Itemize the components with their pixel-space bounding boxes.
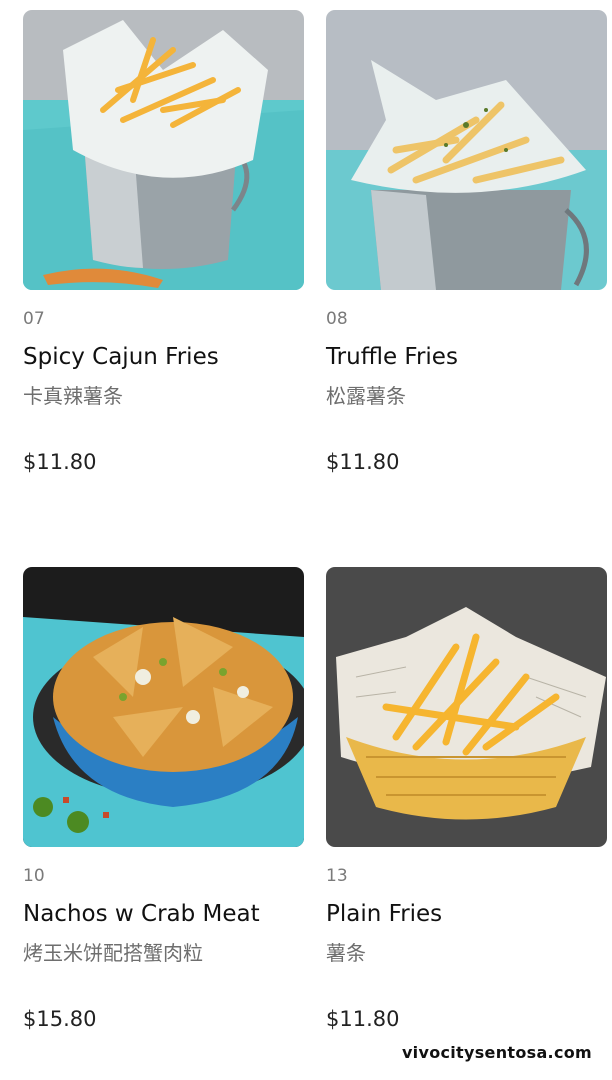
nachos-bowl-image: [23, 567, 304, 847]
item-code: 07: [23, 309, 45, 329]
item-name-chinese: 薯条: [326, 941, 366, 965]
menu-item-card[interactable]: 10 Nachos w Crab Meat 烤玉米饼配搭蟹肉粒 $15.80: [23, 567, 304, 1031]
menu-item-card[interactable]: 07 Spicy Cajun Fries 卡真辣薯条 $11.80: [23, 10, 304, 474]
item-name[interactable]: Truffle Fries: [326, 342, 607, 372]
item-code: 13: [326, 866, 348, 886]
item-name[interactable]: Plain Fries: [326, 899, 607, 929]
item-name-chinese: 烤玉米饼配搭蟹肉粒: [23, 941, 203, 965]
item-code: 10: [23, 866, 45, 886]
item-price: $11.80: [326, 1007, 400, 1031]
menu-item-card[interactable]: 13 Plain Fries 薯条 $11.80: [326, 567, 607, 1031]
item-code: 08: [326, 309, 348, 329]
item-name-chinese: 卡真辣薯条: [23, 384, 123, 408]
item-price: $11.80: [326, 450, 400, 474]
fries-bucket-image: [23, 10, 304, 290]
item-name[interactable]: Nachos w Crab Meat: [23, 899, 304, 929]
watermark-text: vivocitysentosa.com: [401, 1043, 592, 1062]
item-price: $11.80: [23, 450, 97, 474]
item-price: $15.80: [23, 1007, 97, 1031]
item-name-chinese: 松露薯条: [326, 384, 406, 408]
item-name[interactable]: Spicy Cajun Fries: [23, 342, 304, 372]
menu-item-card[interactable]: 08 Truffle Fries 松露薯条 $11.80: [326, 10, 607, 474]
truffle-fries-bucket-image: [326, 10, 607, 290]
fries-basket-image: [326, 567, 607, 847]
